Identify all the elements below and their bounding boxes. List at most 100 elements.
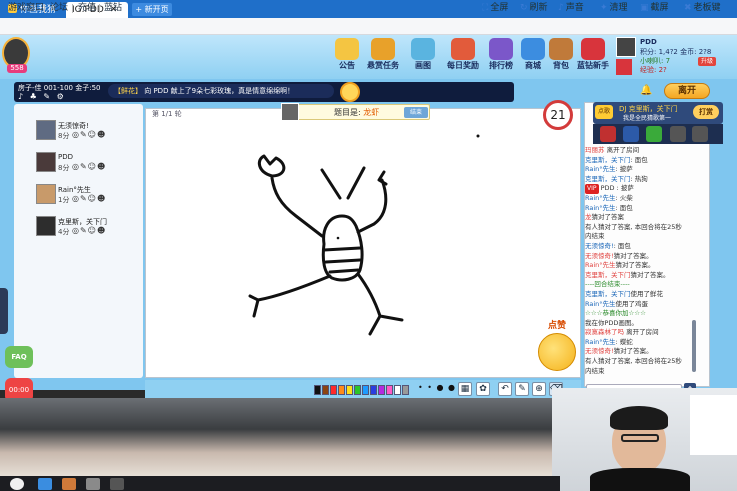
color-swatch[interactable] — [322, 385, 329, 395]
song-request-tag[interactable]: 点歌 — [595, 105, 613, 119]
nav-drawing[interactable]: 画图 — [406, 38, 440, 76]
taskbar-app-icon[interactable] — [38, 478, 52, 490]
chat-message: Rain°先生猜对了答案。 — [585, 261, 695, 271]
player-action-icons[interactable]: ◎✎☺☻ — [72, 162, 106, 171]
like-label: 点赞 — [547, 321, 566, 331]
hint-text: 题目是: 龙虾 — [334, 108, 380, 117]
menu-separator — [99, 4, 100, 13]
pen-button[interactable]: ✎ — [515, 382, 529, 396]
nav-daily-reward[interactable]: 每日奖励 — [446, 38, 480, 76]
sketch-body-line-3 — [328, 268, 360, 274]
chat-text: 使用了鲜花 — [630, 289, 664, 298]
color-swatch[interactable] — [314, 385, 321, 395]
color-swatch[interactable] — [354, 385, 361, 395]
chat-text: ----回合结束---- — [585, 280, 630, 289]
nav-backpack[interactable]: 背包 — [544, 38, 578, 76]
gift-clover-icon[interactable] — [646, 126, 662, 142]
taskbar-app-icon[interactable] — [86, 478, 100, 490]
chat-sender: Rain°先生 — [585, 337, 616, 346]
sketch-dot — [476, 134, 480, 138]
player-avatar[interactable] — [36, 184, 56, 204]
color-swatch[interactable] — [346, 385, 353, 395]
color-swatch[interactable] — [386, 385, 393, 395]
player-action-icons[interactable]: ◎✎☺☻ — [72, 194, 106, 203]
profile-points: 积分: 1,4?2 金币: 2?8 — [640, 48, 712, 56]
clean-button[interactable]: ✦ 清理 — [600, 2, 628, 15]
player-avatar[interactable] — [36, 152, 56, 172]
chat-sender: Rain°先生 — [585, 193, 616, 202]
player-list — [14, 104, 143, 378]
color-swatch[interactable] — [338, 385, 345, 395]
menu-separator — [72, 4, 73, 13]
refresh-button[interactable]: ↻ 刷新 — [520, 2, 548, 15]
menu-forum[interactable]: 论坛 — [50, 2, 68, 15]
lightbulb-icon[interactable] — [340, 82, 360, 102]
chat-scrollbar[interactable] — [692, 320, 696, 372]
player-avatar[interactable] — [36, 120, 56, 140]
nav-bounty-tasks[interactable]: 悬赏任务 — [366, 38, 400, 76]
chat-sender: 无须惊奇! — [585, 251, 614, 260]
color-swatch[interactable] — [370, 385, 377, 395]
color-swatch[interactable] — [362, 385, 369, 395]
sketch-eye — [336, 236, 340, 240]
faq-button[interactable]: FAQ — [5, 346, 33, 368]
nav-blue-diamond-newbie[interactable]: 蓝钻新手 — [576, 38, 610, 76]
locked-slot-icon — [670, 126, 686, 142]
color-swatch[interactable] — [394, 385, 401, 395]
taskbar-app-icon[interactable] — [110, 478, 124, 490]
chat-message: 内结束 — [585, 232, 695, 242]
end-round-button[interactable]: 结束 — [404, 107, 428, 118]
gift-rose-icon[interactable] — [600, 126, 616, 142]
gift-star-icon[interactable] — [623, 126, 639, 142]
camera-icon: ▣ — [640, 3, 649, 13]
nav-leaderboard[interactable]: 排行榜 — [484, 38, 518, 76]
screen: 你画我猜 IG.PDD✕ + 新开页面 游戏窗口 论坛 充值 蓝钻 ⛶全屏 ↻刷… — [0, 0, 737, 491]
like-widget[interactable]: 点赞 — [536, 318, 578, 378]
chat-sender: Rain°先生 — [585, 299, 616, 308]
boss-key-button[interactable]: ✖ 老板键 — [684, 2, 721, 15]
streamer-hair — [610, 406, 668, 430]
fill-tool-button[interactable]: ▦ — [458, 382, 472, 396]
tip-button[interactable]: 打赏 — [693, 105, 719, 119]
chat-message: Rain°先生使用了鸡蛋 — [585, 300, 695, 310]
player-avatar[interactable] — [36, 216, 56, 236]
chat-message: VIP PDD : 披萨 — [585, 184, 695, 194]
menu-recharge[interactable]: 充值 — [78, 2, 96, 15]
leave-room-button[interactable]: 离开 — [664, 83, 710, 99]
profile-trumpet: 小喇叭: 7 — [640, 57, 671, 65]
sound-button[interactable]: ♪ 声音 — [558, 2, 584, 15]
screenshot-button[interactable]: ▣ 截屏 — [640, 2, 669, 15]
bell-icon[interactable]: 🔔 — [640, 85, 652, 97]
color-swatch[interactable] — [402, 385, 409, 395]
player-action-icons[interactable]: ◎✎☺☻ — [72, 226, 106, 235]
left-collapse-handle[interactable] — [0, 288, 8, 334]
player-action-icons[interactable]: ◎✎☺☻ — [72, 130, 106, 139]
chat-message: 克里斯，关下门: 热狗 — [585, 175, 695, 185]
hint-answer: 龙虾 — [363, 108, 380, 117]
streamer-glasses — [621, 434, 659, 442]
start-icon[interactable] — [10, 478, 24, 490]
menu-game-window[interactable]: 游戏窗口 — [8, 2, 44, 15]
room-setting-icons[interactable]: ♪ ♣ ✎ ⚙ — [18, 92, 66, 101]
brush-size-selector[interactable]: • • ● ● — [418, 383, 456, 392]
color-swatch[interactable] — [378, 385, 385, 395]
fullscreen-button[interactable]: ⛶ 全屏 — [482, 2, 508, 15]
sound-icon: ♪ — [558, 3, 564, 13]
chat-sender: 克里斯，关下门 — [585, 155, 631, 164]
menubar — [0, 18, 737, 35]
zoom-button[interactable]: ⊕ — [532, 382, 546, 396]
profile-avatar[interactable] — [616, 37, 636, 57]
bounty-task-icon — [371, 38, 395, 60]
new-tab-button[interactable]: + 新开页面 — [132, 3, 172, 27]
upgrade-badge[interactable]: 升级 — [698, 57, 716, 66]
chat-text: 有人猜对了答案, 本回合将在25秒 — [585, 357, 682, 366]
nav-announcement[interactable]: 公告 — [330, 38, 364, 76]
color-swatch[interactable] — [330, 385, 337, 395]
undo-button[interactable]: ↶ — [498, 382, 512, 396]
clear-tool-button[interactable]: ✿ — [476, 382, 490, 396]
daily-reward-icon — [451, 38, 475, 60]
menu-blue-diamond[interactable]: 蓝钻 — [104, 2, 122, 15]
user-level-badge: 558 — [7, 64, 27, 73]
taskbar-app-icon[interactable] — [62, 478, 76, 490]
chat-message: Rain°先生: 披萨 — [585, 165, 695, 175]
